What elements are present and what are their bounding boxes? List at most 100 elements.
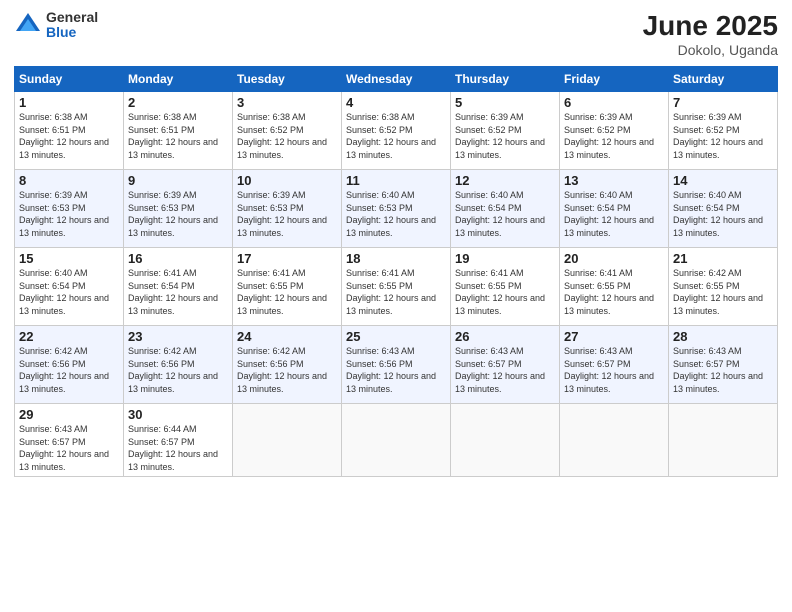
table-row: 12 Sunrise: 6:40 AMSunset: 6:54 PMDaylig… [451,170,560,248]
header-row: Sunday Monday Tuesday Wednesday Thursday… [15,67,778,92]
day-info: Sunrise: 6:41 AMSunset: 6:55 PMDaylight:… [564,268,654,316]
table-row: 18 Sunrise: 6:41 AMSunset: 6:55 PMDaylig… [342,248,451,326]
day-number: 9 [128,173,228,188]
day-info: Sunrise: 6:42 AMSunset: 6:55 PMDaylight:… [673,268,763,316]
day-number: 10 [237,173,337,188]
title-section: June 2025 Dokolo, Uganda [643,10,778,58]
table-row: 15 Sunrise: 6:40 AMSunset: 6:54 PMDaylig… [15,248,124,326]
table-row [560,404,669,477]
day-number: 25 [346,329,446,344]
table-row: 8 Sunrise: 6:39 AMSunset: 6:53 PMDayligh… [15,170,124,248]
day-info: Sunrise: 6:39 AMSunset: 6:53 PMDaylight:… [237,190,327,238]
day-info: Sunrise: 6:41 AMSunset: 6:54 PMDaylight:… [128,268,218,316]
day-number: 1 [19,95,119,110]
day-number: 23 [128,329,228,344]
table-row [669,404,778,477]
day-info: Sunrise: 6:38 AMSunset: 6:51 PMDaylight:… [19,112,109,160]
logo-blue-text: Blue [46,25,98,40]
day-info: Sunrise: 6:41 AMSunset: 6:55 PMDaylight:… [237,268,327,316]
day-info: Sunrise: 6:43 AMSunset: 6:57 PMDaylight:… [673,346,763,394]
day-number: 5 [455,95,555,110]
table-row: 10 Sunrise: 6:39 AMSunset: 6:53 PMDaylig… [233,170,342,248]
day-number: 20 [564,251,664,266]
day-number: 26 [455,329,555,344]
table-row: 3 Sunrise: 6:38 AMSunset: 6:52 PMDayligh… [233,92,342,170]
day-info: Sunrise: 6:41 AMSunset: 6:55 PMDaylight:… [455,268,545,316]
logo-general-text: General [46,10,98,25]
day-info: Sunrise: 6:38 AMSunset: 6:51 PMDaylight:… [128,112,218,160]
table-row [233,404,342,477]
logo: General Blue [14,10,98,41]
day-number: 19 [455,251,555,266]
day-number: 22 [19,329,119,344]
table-row: 6 Sunrise: 6:39 AMSunset: 6:52 PMDayligh… [560,92,669,170]
day-number: 21 [673,251,773,266]
day-info: Sunrise: 6:40 AMSunset: 6:53 PMDaylight:… [346,190,436,238]
month-title: June 2025 [643,10,778,42]
table-row: 28 Sunrise: 6:43 AMSunset: 6:57 PMDaylig… [669,326,778,404]
col-thursday: Thursday [451,67,560,92]
logo-icon [14,11,42,39]
table-row: 22 Sunrise: 6:42 AMSunset: 6:56 PMDaylig… [15,326,124,404]
day-info: Sunrise: 6:39 AMSunset: 6:52 PMDaylight:… [673,112,763,160]
col-sunday: Sunday [15,67,124,92]
day-number: 2 [128,95,228,110]
table-row [451,404,560,477]
table-row: 9 Sunrise: 6:39 AMSunset: 6:53 PMDayligh… [124,170,233,248]
day-number: 30 [128,407,228,422]
table-row: 16 Sunrise: 6:41 AMSunset: 6:54 PMDaylig… [124,248,233,326]
day-number: 14 [673,173,773,188]
day-info: Sunrise: 6:40 AMSunset: 6:54 PMDaylight:… [19,268,109,316]
logo-text: General Blue [46,10,98,41]
day-number: 13 [564,173,664,188]
table-row: 13 Sunrise: 6:40 AMSunset: 6:54 PMDaylig… [560,170,669,248]
day-number: 8 [19,173,119,188]
table-row: 29 Sunrise: 6:43 AMSunset: 6:57 PMDaylig… [15,404,124,477]
table-row: 21 Sunrise: 6:42 AMSunset: 6:55 PMDaylig… [669,248,778,326]
table-row [342,404,451,477]
table-row: 25 Sunrise: 6:43 AMSunset: 6:56 PMDaylig… [342,326,451,404]
day-info: Sunrise: 6:43 AMSunset: 6:57 PMDaylight:… [564,346,654,394]
day-number: 11 [346,173,446,188]
day-info: Sunrise: 6:38 AMSunset: 6:52 PMDaylight:… [346,112,436,160]
table-row: 20 Sunrise: 6:41 AMSunset: 6:55 PMDaylig… [560,248,669,326]
table-row: 2 Sunrise: 6:38 AMSunset: 6:51 PMDayligh… [124,92,233,170]
col-monday: Monday [124,67,233,92]
day-info: Sunrise: 6:43 AMSunset: 6:57 PMDaylight:… [19,424,109,472]
col-tuesday: Tuesday [233,67,342,92]
col-wednesday: Wednesday [342,67,451,92]
day-info: Sunrise: 6:44 AMSunset: 6:57 PMDaylight:… [128,424,218,472]
page: General Blue June 2025 Dokolo, Uganda Su… [0,0,792,612]
day-number: 18 [346,251,446,266]
day-info: Sunrise: 6:41 AMSunset: 6:55 PMDaylight:… [346,268,436,316]
day-number: 29 [19,407,119,422]
day-info: Sunrise: 6:42 AMSunset: 6:56 PMDaylight:… [237,346,327,394]
table-row: 23 Sunrise: 6:42 AMSunset: 6:56 PMDaylig… [124,326,233,404]
day-info: Sunrise: 6:39 AMSunset: 6:53 PMDaylight:… [128,190,218,238]
day-number: 27 [564,329,664,344]
day-number: 16 [128,251,228,266]
table-row: 1 Sunrise: 6:38 AMSunset: 6:51 PMDayligh… [15,92,124,170]
table-row: 26 Sunrise: 6:43 AMSunset: 6:57 PMDaylig… [451,326,560,404]
table-row: 4 Sunrise: 6:38 AMSunset: 6:52 PMDayligh… [342,92,451,170]
day-info: Sunrise: 6:43 AMSunset: 6:56 PMDaylight:… [346,346,436,394]
day-info: Sunrise: 6:38 AMSunset: 6:52 PMDaylight:… [237,112,327,160]
day-number: 28 [673,329,773,344]
day-info: Sunrise: 6:40 AMSunset: 6:54 PMDaylight:… [673,190,763,238]
day-info: Sunrise: 6:42 AMSunset: 6:56 PMDaylight:… [19,346,109,394]
calendar-table: Sunday Monday Tuesday Wednesday Thursday… [14,66,778,477]
table-row: 17 Sunrise: 6:41 AMSunset: 6:55 PMDaylig… [233,248,342,326]
table-row: 19 Sunrise: 6:41 AMSunset: 6:55 PMDaylig… [451,248,560,326]
table-row: 7 Sunrise: 6:39 AMSunset: 6:52 PMDayligh… [669,92,778,170]
day-info: Sunrise: 6:43 AMSunset: 6:57 PMDaylight:… [455,346,545,394]
day-info: Sunrise: 6:39 AMSunset: 6:52 PMDaylight:… [455,112,545,160]
table-row: 11 Sunrise: 6:40 AMSunset: 6:53 PMDaylig… [342,170,451,248]
day-info: Sunrise: 6:39 AMSunset: 6:53 PMDaylight:… [19,190,109,238]
day-number: 17 [237,251,337,266]
day-number: 12 [455,173,555,188]
day-number: 15 [19,251,119,266]
col-friday: Friday [560,67,669,92]
day-info: Sunrise: 6:39 AMSunset: 6:52 PMDaylight:… [564,112,654,160]
table-row: 5 Sunrise: 6:39 AMSunset: 6:52 PMDayligh… [451,92,560,170]
table-row: 30 Sunrise: 6:44 AMSunset: 6:57 PMDaylig… [124,404,233,477]
